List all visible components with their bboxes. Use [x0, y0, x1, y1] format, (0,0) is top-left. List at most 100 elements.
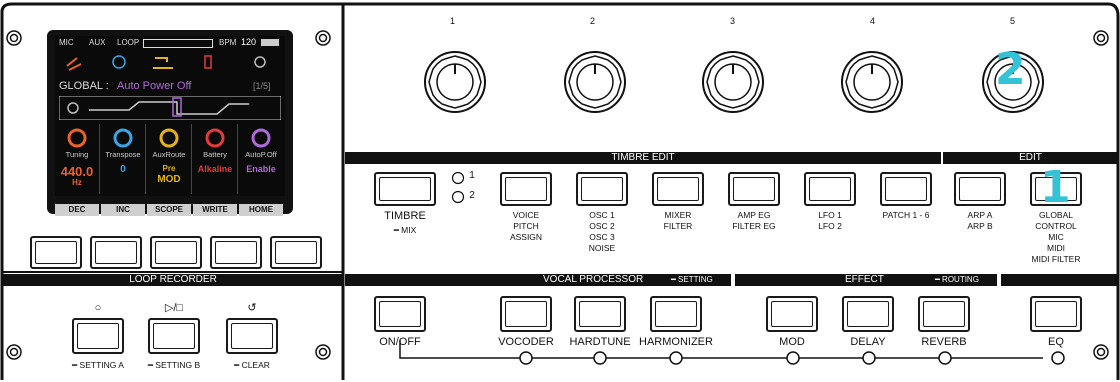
hardtune-button[interactable] [574, 296, 626, 332]
knob-number-1: 1 [450, 16, 456, 26]
setting-b-label: ━ SETTING B [147, 360, 201, 370]
synth-panel: 1 2 3 4 5 2 MIC AUX LOOP BPM 120 GLOBAL … [0, 0, 1120, 382]
eq-button[interactable] [1030, 296, 1082, 332]
mod-label: MOD [779, 336, 805, 348]
knob-4[interactable] [841, 51, 903, 113]
status-aux: AUX [89, 38, 106, 47]
status-bpm-label: BPM [219, 38, 237, 47]
delay-button[interactable] [842, 296, 894, 332]
fkey-inc: INC [101, 204, 145, 216]
knob-number-5: 5 [1010, 16, 1016, 26]
function-button-write[interactable] [210, 236, 262, 269]
arp-label: ARP A ARP B [967, 210, 993, 231]
param-auxroute: AuxRoute Pre MOD [147, 124, 192, 194]
mod-button[interactable] [766, 296, 818, 332]
knob-3[interactable] [702, 51, 764, 113]
undo-icon: ↺ [247, 302, 257, 314]
effect-header: EFFECT ━ ROUTING [735, 274, 997, 286]
loop-meter [143, 39, 213, 48]
undo-button[interactable] [226, 318, 278, 354]
display-screen: MIC AUX LOOP BPM 120 GLOBAL : Auto Power… [47, 30, 293, 216]
osc-button[interactable] [576, 172, 628, 206]
screen-icons [66, 55, 266, 71]
knob-number-3: 3 [730, 16, 736, 26]
patch-label: PATCH 1 - 6 [882, 210, 930, 220]
fkey-dec: DEC [55, 204, 99, 216]
battery-status-icon [204, 55, 212, 69]
osc-label: OSC 1 OSC 2 OSC 3 NOISE [588, 210, 616, 253]
fkey-home: HOME [239, 204, 283, 216]
route-icon [153, 57, 173, 69]
param-transpose: Transpose 0 [101, 124, 146, 194]
timbre-mix-label: ━ MIX [393, 225, 417, 235]
knob-number-2: 2 [590, 16, 596, 26]
transpose-icon [112, 55, 126, 69]
fkey-write: WRITE [193, 204, 237, 216]
vocal-setting-label: ━ SETTING [671, 275, 713, 284]
onoff-label: ON/OFF [379, 336, 421, 348]
power-icon [254, 56, 266, 68]
tuning-fork-icon [66, 57, 82, 71]
reverb-button[interactable] [918, 296, 970, 332]
record-icon: ○ [94, 302, 102, 314]
lfo-button[interactable] [804, 172, 856, 206]
timbre-label: TIMBRE [384, 210, 426, 222]
harmonizer-label: HARMONIZER [639, 336, 713, 348]
page-indicator: [1/5] [253, 81, 271, 91]
global-label-text: GLOBAL CONTROL MIC MIDI MIDI FILTER [1031, 210, 1081, 264]
timbre-1-label: 1 [469, 170, 475, 181]
arp-button[interactable] [954, 172, 1006, 206]
status-loop: LOOP [117, 38, 140, 47]
knob-number-4: 4 [870, 16, 876, 26]
mixer-label: MIXER FILTER [663, 210, 693, 231]
amp-eg-button[interactable] [728, 172, 780, 206]
battery-icon [261, 39, 279, 46]
function-button-scope[interactable] [150, 236, 202, 269]
vocoder-button[interactable] [500, 296, 552, 332]
patch-button[interactable] [880, 172, 932, 206]
timbre-edit-header: TIMBRE EDIT [345, 152, 941, 164]
play-stop-button[interactable] [148, 318, 200, 354]
mixer-button[interactable] [652, 172, 704, 206]
param-autopoweroff: AutoP.Off Enable [239, 124, 283, 194]
function-button-inc[interactable] [90, 236, 142, 269]
harmonizer-button[interactable] [650, 296, 702, 332]
play-stop-icon: ▷/□ [164, 302, 184, 314]
knob-1[interactable] [424, 51, 486, 113]
effect-routing-label: ━ ROUTING [935, 275, 979, 284]
function-button-home[interactable] [270, 236, 322, 269]
lfo-label: LFO 1 LFO 2 [818, 210, 842, 231]
effect-title: EFFECT [845, 274, 884, 285]
voice-button[interactable] [500, 172, 552, 206]
knob-2[interactable] [564, 51, 626, 113]
timbre-leds [451, 171, 465, 204]
vocal-processor-title: VOCAL PROCESSOR [543, 274, 644, 285]
timbre-button[interactable] [374, 172, 436, 206]
vocoder-label: VOCODER [498, 336, 554, 348]
status-bpm: 120 [241, 37, 257, 47]
edit-header: EDIT [943, 152, 1118, 164]
global-value: Auto Power Off [117, 80, 192, 92]
hardtune-label: HARDTUNE [569, 336, 631, 348]
status-mic: MIC [59, 38, 74, 47]
callout-badge-2: 2 [995, 44, 1026, 95]
fkey-scope: SCOPE [147, 204, 191, 216]
onoff-button[interactable] [374, 296, 426, 332]
eq-label: EQ [1048, 336, 1064, 348]
setting-a-label: ━ SETTING A [72, 360, 124, 370]
lcd: MIC AUX LOOP BPM 120 GLOBAL : Auto Power… [55, 36, 285, 216]
loop-recorder-header: LOOP RECORDER [3, 274, 343, 286]
power-off-graphic [59, 96, 281, 120]
routing-line [399, 340, 1065, 365]
vocal-processor-header: VOCAL PROCESSOR ━ SETTING [345, 274, 731, 286]
eq-header [1001, 274, 1118, 286]
callout-badge-1: 1 [1040, 162, 1071, 213]
amp-eg-label: AMP EG FILTER EG [732, 210, 776, 231]
voice-label: VOICE PITCH ASSIGN [509, 210, 543, 242]
delay-label: DELAY [850, 336, 886, 348]
reverb-label: REVERB [921, 336, 967, 348]
record-button[interactable] [72, 318, 124, 354]
param-battery: Battery Alkaline [193, 124, 238, 194]
function-button-dec[interactable] [30, 236, 82, 269]
timbre-2-label: 2 [469, 190, 475, 201]
